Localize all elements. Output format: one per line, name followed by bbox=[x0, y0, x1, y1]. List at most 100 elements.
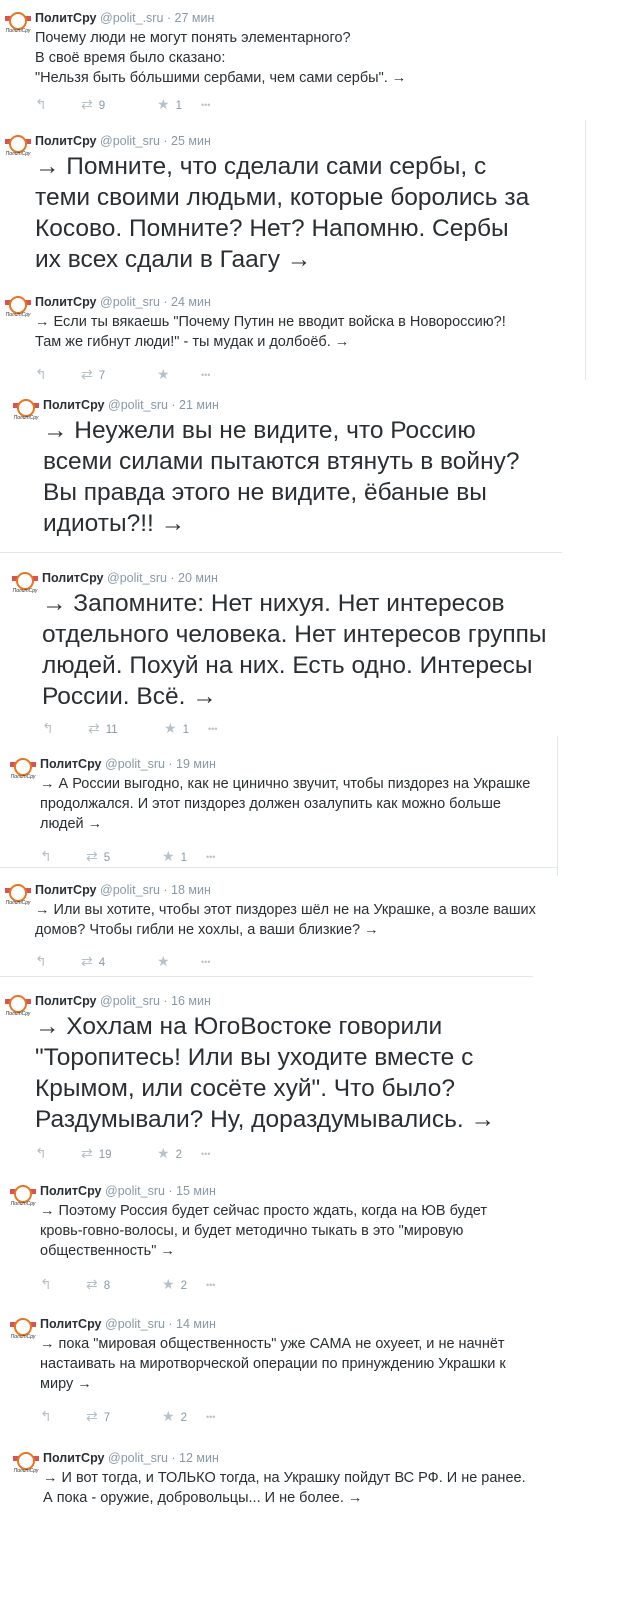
author-handle[interactable]: @polit_sru bbox=[105, 1317, 165, 1331]
author-handle[interactable]: @polit_sru bbox=[105, 1184, 165, 1198]
favorite-button[interactable]: ★ 1 bbox=[164, 720, 189, 736]
avatar[interactable]: ПолитСру bbox=[10, 1183, 36, 1209]
reply-button[interactable]: ↰ bbox=[35, 1145, 47, 1161]
favorite-button[interactable]: ★ 1 bbox=[162, 848, 187, 864]
author-handle[interactable]: @polit_sru bbox=[107, 571, 167, 585]
author-name[interactable]: ПолитСру bbox=[40, 1317, 102, 1331]
favorite-button[interactable]: ★ 1 bbox=[157, 96, 182, 112]
author-name[interactable]: ПолитСру bbox=[35, 11, 97, 25]
divider bbox=[0, 976, 533, 977]
tweet-time[interactable]: 27 мин bbox=[175, 11, 215, 25]
retweet-button[interactable]: ⇄ 19 bbox=[81, 1145, 112, 1161]
avatar[interactable]: ПолитСру bbox=[12, 570, 38, 596]
avatar[interactable]: ПолитСру bbox=[13, 1450, 39, 1476]
retweet-button[interactable]: ⇄ 8 bbox=[86, 1276, 110, 1292]
avatar[interactable]: ПолитСру bbox=[10, 1316, 36, 1342]
tweet-text-line: "Торопитесь! Или вы уходите вместе с bbox=[35, 1044, 474, 1071]
author-handle[interactable]: @polit_sru bbox=[105, 757, 165, 771]
divider bbox=[0, 552, 562, 553]
tweet-time[interactable]: 15 мин bbox=[176, 1184, 216, 1198]
author-name[interactable]: ПолитСру bbox=[42, 571, 104, 585]
author-handle[interactable]: @polit_sru bbox=[108, 398, 168, 412]
reply-button[interactable]: ↰ bbox=[40, 1408, 52, 1424]
tweet-header: ПолитСру @polit_sru · 21 мин bbox=[43, 397, 219, 413]
author-name[interactable]: ПолитСру bbox=[35, 994, 97, 1008]
author-name[interactable]: ПолитСру bbox=[35, 883, 97, 897]
author-handle[interactable]: @polit_sru bbox=[100, 883, 160, 897]
author-handle[interactable]: @polit_sru bbox=[100, 295, 160, 309]
favorite-button[interactable]: ★ 2 bbox=[162, 1276, 187, 1292]
more-button[interactable]: ••• bbox=[201, 1145, 210, 1161]
reply-button[interactable]: ↰ bbox=[42, 720, 54, 736]
reply-button[interactable]: ↰ bbox=[35, 953, 47, 969]
tweet-text-line: Раздумывали? Ну, дораздумывались. → bbox=[35, 1106, 495, 1133]
author-name[interactable]: ПолитСру bbox=[40, 757, 102, 771]
separator-dot: · bbox=[159, 295, 172, 309]
tweet-time[interactable]: 12 мин bbox=[179, 1451, 219, 1465]
tweet-time[interactable]: 21 мин bbox=[179, 398, 219, 412]
tweet-text-line: → Неужели вы не видите, что Россию bbox=[43, 417, 476, 444]
more-button[interactable]: ••• bbox=[206, 1408, 215, 1424]
retweet-button[interactable]: ⇄ 11 bbox=[88, 720, 118, 736]
retweet-count: 4 bbox=[98, 957, 106, 969]
tweet-time[interactable]: 18 мин bbox=[171, 883, 211, 897]
tweet-text-line: людей. Похуй на них. Есть одно. Интересы bbox=[42, 652, 533, 679]
tweet-text-line: → Запомните: Нет нихуя. Нет интересов bbox=[42, 590, 505, 617]
avatar[interactable]: ПолитСру bbox=[5, 133, 31, 159]
author-handle[interactable]: @polit_sru bbox=[100, 134, 160, 148]
author-name[interactable]: ПолитСру bbox=[35, 295, 97, 309]
retweet-button[interactable]: ⇄ 5 bbox=[86, 848, 110, 864]
tweet-time[interactable]: 16 мин bbox=[171, 994, 211, 1008]
author-handle[interactable]: @polit_sru bbox=[108, 1451, 168, 1465]
favorite-button[interactable]: ★ 2 bbox=[157, 1145, 182, 1161]
avatar[interactable]: ПолитСру bbox=[10, 756, 36, 782]
avatar[interactable]: ПолитСру bbox=[5, 882, 31, 908]
tweet-text-line: отдельного человека. Нет интересов групп… bbox=[42, 621, 547, 648]
author-name[interactable]: ПолитСру bbox=[40, 1184, 102, 1198]
tweet-text-line: миру → bbox=[40, 1376, 92, 1392]
tweet-time[interactable]: 25 мин bbox=[171, 134, 211, 148]
author-handle[interactable]: @polit_sru bbox=[100, 994, 160, 1008]
author-handle[interactable]: @polit_.sru bbox=[100, 11, 163, 25]
author-name[interactable]: ПолитСру bbox=[43, 1451, 105, 1465]
more-button[interactable]: ••• bbox=[201, 953, 210, 969]
author-name[interactable]: ПолитСру bbox=[35, 134, 97, 148]
tweet-text-line: Косово. Помните? Нет? Напомню. Сербы bbox=[35, 215, 509, 242]
retweet-button[interactable]: ⇄ 4 bbox=[81, 953, 105, 969]
favorite-button[interactable]: ★ bbox=[157, 366, 176, 382]
avatar-caption: ПолитСру bbox=[10, 774, 36, 780]
retweet-button[interactable]: ⇄ 7 bbox=[86, 1408, 110, 1424]
tweet-time[interactable]: 20 мин bbox=[178, 571, 218, 585]
reply-button[interactable]: ↰ bbox=[35, 96, 47, 112]
star-icon: ★ bbox=[157, 1145, 170, 1161]
retweet-icon: ⇄ bbox=[81, 366, 93, 382]
avatar[interactable]: ПолитСру bbox=[13, 397, 39, 423]
tweet-text: Почему люди не могут понять элементарног… bbox=[35, 28, 406, 88]
favorite-button[interactable]: ★ bbox=[157, 953, 176, 969]
tweet-header: ПолитСру @polit_sru · 16 мин bbox=[35, 993, 211, 1009]
tweet-text: → пока "мировая общественность" уже САМА… bbox=[40, 1334, 506, 1394]
separator-dot: · bbox=[166, 571, 179, 585]
more-button[interactable]: ••• bbox=[206, 848, 215, 864]
tweet-time[interactable]: 19 мин bbox=[176, 757, 216, 771]
avatar-caption: ПолитСру bbox=[10, 1334, 36, 1340]
more-button[interactable]: ••• bbox=[206, 1276, 215, 1292]
more-button[interactable]: ••• bbox=[201, 366, 210, 382]
more-button[interactable]: ••• bbox=[201, 96, 210, 112]
retweet-button[interactable]: ⇄ 7 bbox=[81, 366, 105, 382]
tweet-time[interactable]: 14 мин bbox=[176, 1317, 216, 1331]
favorite-button[interactable]: ★ 2 bbox=[162, 1408, 187, 1424]
avatar[interactable]: ПолитСру bbox=[5, 993, 31, 1019]
author-name[interactable]: ПолитСру bbox=[43, 398, 105, 412]
separator-dot: · bbox=[163, 11, 175, 25]
reply-button[interactable]: ↰ bbox=[40, 848, 52, 864]
tweet-time[interactable]: 24 мин bbox=[171, 295, 211, 309]
reply-button[interactable]: ↰ bbox=[40, 1276, 52, 1292]
avatar[interactable]: ПолитСру bbox=[5, 294, 31, 320]
reply-button[interactable]: ↰ bbox=[35, 366, 47, 382]
avatar[interactable]: ПолитСру bbox=[5, 10, 31, 36]
star-icon: ★ bbox=[162, 1408, 175, 1424]
tweet-text-line: людей → bbox=[40, 816, 103, 832]
more-button[interactable]: ••• bbox=[208, 720, 217, 736]
retweet-button[interactable]: ⇄ 9 bbox=[81, 96, 105, 112]
